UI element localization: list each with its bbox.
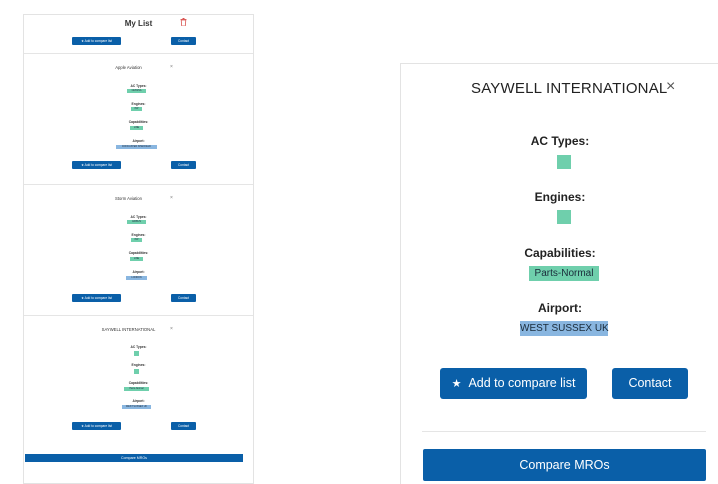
- contact-button[interactable]: Contact: [171, 37, 196, 45]
- airport-label: Airport:: [132, 399, 145, 403]
- engines-label: Engines:: [131, 102, 146, 106]
- compare-mros-button[interactable]: Compare MROs: [423, 449, 706, 481]
- top-button-row: ★ Add to compare list Contact: [24, 37, 253, 53]
- capability-tag: Parts-Normal: [529, 266, 599, 281]
- capabilities-label: Capabilities:: [128, 120, 149, 124]
- engine-tag: PW: [131, 107, 142, 111]
- ac-type-tag: AIRBUS: [127, 220, 146, 224]
- ac-type-tag: CESSNA: [127, 89, 146, 93]
- ac-types-label: AC Types:: [530, 134, 590, 148]
- ac-types-label: AC Types:: [130, 215, 147, 219]
- close-icon[interactable]: ×: [170, 64, 173, 70]
- add-to-compare-button[interactable]: ★ Add to compare list: [72, 37, 121, 45]
- engines-label: Engines:: [131, 363, 146, 367]
- capability-tag: LINE: [130, 257, 143, 261]
- capabilities-label: Capabilities:: [524, 246, 596, 260]
- ac-types-label: AC Types:: [130, 345, 147, 349]
- contact-button[interactable]: Contact: [171, 422, 196, 430]
- contact-button[interactable]: Contact: [171, 161, 196, 169]
- close-icon[interactable]: ×: [170, 326, 173, 332]
- mro-card-title: Apple Aviation: [115, 65, 142, 70]
- engines-label: Engines:: [534, 190, 586, 204]
- capability-tag: Parts-Normal: [124, 387, 149, 391]
- close-icon[interactable]: ×: [170, 195, 173, 201]
- airport-tag: WEST SUSSEX UK: [520, 321, 609, 336]
- capabilities-label: Capabilities:: [128, 251, 149, 255]
- add-to-compare-button[interactable]: ★ Add to compare list: [72, 422, 121, 430]
- engine-tag: [134, 369, 139, 374]
- add-to-compare-button[interactable]: ★ Add to compare list: [72, 294, 121, 302]
- contact-button[interactable]: Contact: [171, 294, 196, 302]
- divider: [422, 431, 706, 432]
- ac-types-label: AC Types:: [130, 84, 147, 88]
- close-icon[interactable]: ×: [666, 78, 675, 96]
- ac-type-tag: [134, 351, 139, 356]
- capability-tag: LINE: [130, 126, 143, 130]
- airport-tag: DONCASTER SHEFFIELD: [116, 145, 157, 149]
- add-to-compare-button[interactable]: ★ Add to compare list: [72, 161, 121, 169]
- airport-label: Airport:: [132, 139, 145, 143]
- mro-card: Apple Aviation × AC Types: CESSNA Engine…: [24, 54, 253, 184]
- airport-label: Airport:: [538, 301, 582, 315]
- my-list-title: My List: [124, 19, 153, 28]
- my-list-panel: My List ★ Add to compare list Contact Ap…: [23, 14, 254, 484]
- engine-tag: PW: [131, 238, 142, 242]
- contact-button[interactable]: Contact: [612, 368, 688, 399]
- mro-card-title: SAYWELL INTERNATIONAL: [471, 80, 668, 97]
- mro-card: SAYWELL INTERNATIONAL × AC Types: Engine…: [24, 316, 253, 444]
- compare-mros-button[interactable]: Compare MROs: [25, 454, 243, 462]
- add-to-compare-button[interactable]: ★ Add to compare list: [440, 368, 587, 399]
- engines-label: Engines:: [131, 233, 146, 237]
- airport-tag: WEST SUSSEX UK: [122, 405, 151, 409]
- capabilities-label: Capabilities:: [128, 381, 149, 385]
- my-list-header: My List: [24, 15, 253, 37]
- star-icon: ★: [451, 378, 462, 390]
- airport-tag: LONDON: [126, 276, 147, 280]
- ac-type-tag: [557, 155, 571, 169]
- mro-detail-card: SAYWELL INTERNATIONAL × AC Types: Engine…: [400, 63, 718, 484]
- mro-card-title: Storm Aviation: [115, 196, 142, 201]
- airport-label: Airport:: [132, 270, 145, 274]
- trash-icon[interactable]: [180, 18, 187, 26]
- mro-card: Storm Aviation × AC Types: AIRBUS Engine…: [24, 185, 253, 315]
- mro-card-title: SAYWELL INTERNATIONAL: [101, 327, 156, 332]
- engine-tag: [557, 210, 571, 224]
